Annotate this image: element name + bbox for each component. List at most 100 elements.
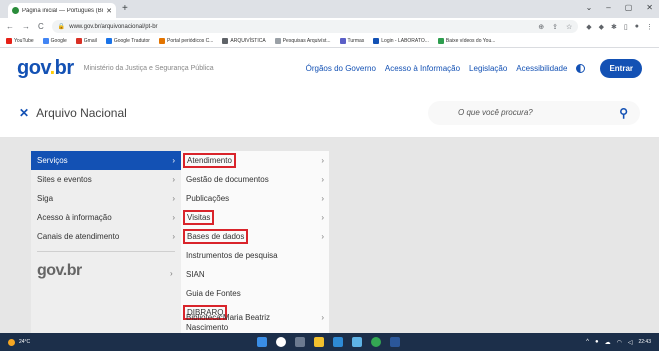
bookmarks-bar: YouTube Google Gmail Google Tradutor Por… <box>0 35 659 48</box>
word-icon[interactable] <box>390 337 400 347</box>
submenu-item-bases-dados[interactable]: Bases de dados › <box>181 227 329 246</box>
file-explorer-icon[interactable] <box>314 337 324 347</box>
cloud-icon[interactable]: ☁ <box>605 339 611 346</box>
link-acessibilidade[interactable]: Acessibilidade <box>516 64 567 73</box>
chevron-up-icon[interactable]: ^ <box>586 339 589 345</box>
bookmark-google[interactable]: Google <box>42 38 67 44</box>
search-input[interactable]: O que você procura? ⚲ <box>428 100 640 125</box>
chevron-right-icon: › <box>172 232 175 241</box>
network-icon[interactable]: ● <box>595 339 599 345</box>
chevron-right-icon: › <box>321 213 324 222</box>
submenu-item-guia-fontes[interactable]: Guia de Fontes <box>181 284 329 303</box>
extension-icon[interactable]: ◆ <box>599 23 604 31</box>
star-icon[interactable]: ☆ <box>566 23 572 31</box>
chevron-right-icon: › <box>321 313 324 322</box>
chrome-icon[interactable] <box>371 337 381 347</box>
menu-level2: Atendimento › Gestão de documentos › Publi… <box>181 151 329 333</box>
volume-icon[interactable]: ◁ <box>628 339 633 346</box>
lock-icon: 🔒 <box>57 24 66 30</box>
globe-icon <box>274 38 281 44</box>
close-tab-icon[interactable]: ✕ <box>106 7 112 15</box>
submenu-item-instrumentos-pesquisa[interactable]: Instrumentos de pesquisa <box>181 246 329 265</box>
taskbar: 24°C ^ ● ☁ ◠ ◁ 22:43 <box>0 333 659 351</box>
chevron-right-icon: › <box>321 175 324 184</box>
search-icon[interactable] <box>276 337 286 347</box>
link-orgaos[interactable]: Órgãos do Governo <box>306 64 376 73</box>
submenu-item-publicacoes[interactable]: Publicações › <box>181 189 329 208</box>
chevron-right-icon: › <box>321 156 324 165</box>
reload-icon[interactable]: C <box>38 22 44 31</box>
share-icon[interactable]: ⇪ <box>552 23 558 31</box>
chevron-right-icon: › <box>172 194 175 203</box>
translate-icon <box>105 38 112 44</box>
wifi-icon[interactable]: ◠ <box>617 339 622 346</box>
govbr-logo[interactable]: gov.br <box>17 57 74 80</box>
task-view-icon[interactable] <box>295 337 305 347</box>
menu-level1: Serviços › Sites e eventos › Siga › Acesso … <box>31 151 181 333</box>
link-acesso-informacao[interactable]: Acesso à Informação <box>385 64 460 73</box>
sidebar-icon[interactable]: ▯ <box>624 23 628 31</box>
back-icon[interactable]: ← <box>6 22 14 31</box>
site-header: ✕ Arquivo Nacional O que você procura? ⚲ <box>0 88 659 138</box>
menu-item-siga[interactable]: Siga › <box>31 189 181 208</box>
extension-icon[interactable]: ◆ <box>586 23 591 31</box>
lab-icon <box>373 38 380 44</box>
menu-item-acesso-informacao[interactable]: Acesso à informação › <box>31 208 181 227</box>
zoom-icon[interactable]: ⊕ <box>538 23 544 31</box>
chevron-right-icon[interactable]: › <box>170 269 173 278</box>
site-title[interactable]: Arquivo Nacional <box>36 106 127 120</box>
chevron-right-icon: › <box>321 232 324 241</box>
govbr-footer-logo[interactable]: gov.br <box>37 262 82 280</box>
gmail-icon <box>75 38 82 44</box>
close-window-icon[interactable]: ✕ <box>646 3 653 12</box>
chevron-right-icon: › <box>172 156 175 165</box>
maximize-icon[interactable]: ▢ <box>625 3 633 12</box>
bookmark-turmas[interactable]: Turmas <box>339 38 364 44</box>
ministry-name: Ministério da Justiça e Segurança Públic… <box>83 65 214 72</box>
bookmark-tradutor[interactable]: Google Tradutor <box>105 38 150 44</box>
clock[interactable]: 22:43 <box>638 339 651 345</box>
bookmark-login[interactable]: Login - LABORATO... <box>373 38 429 44</box>
folder-icon <box>222 38 229 44</box>
menu-item-canais-atendimento[interactable]: Canais de atendimento › <box>31 227 181 246</box>
bookmark-youtube[interactable]: YouTube <box>6 38 34 44</box>
contrast-icon[interactable] <box>576 64 586 73</box>
windows-start-icon[interactable] <box>257 337 267 347</box>
chevron-down-icon[interactable]: ⌄ <box>586 3 593 12</box>
bookmark-gmail[interactable]: Gmail <box>75 38 97 44</box>
search-icon[interactable]: ⚲ <box>619 106 628 120</box>
bookmark-periodicos[interactable]: Portal periódicos C... <box>158 38 213 44</box>
menu-item-servicos[interactable]: Serviços › <box>31 151 181 170</box>
minimize-icon[interactable]: – <box>606 3 610 12</box>
google-icon <box>42 38 49 44</box>
submenu-item-gestao-documentos[interactable]: Gestão de documentos › <box>181 170 329 189</box>
login-button[interactable]: Entrar <box>600 59 642 78</box>
bookmark-arquivistica[interactable]: ARQUIVÍSTICA <box>222 38 266 44</box>
link-legislacao[interactable]: Legislação <box>469 64 507 73</box>
forward-icon[interactable]: → <box>22 22 30 31</box>
temperature: 24°C <box>19 339 31 345</box>
submenu-item-biblioteca[interactable]: Biblioteca Maria Beatriz Nascimento › <box>181 309 329 333</box>
browser-tab[interactable]: Página inicial — Português (Bras ✕ <box>8 3 116 18</box>
chevron-right-icon: › <box>321 194 324 203</box>
govbr-favicon-icon <box>12 7 19 14</box>
menu-item-sites-eventos[interactable]: Sites e eventos › <box>31 170 181 189</box>
bookmark-baixe[interactable]: Baixe vídeos do You... <box>437 38 495 44</box>
weather-widget[interactable]: 24°C <box>8 338 31 346</box>
submenu-item-visitas[interactable]: Visitas › <box>181 208 329 227</box>
url-input[interactable]: 🔒 www.gov.br/arquivonacional/pt-br ⊕ ⇪ ☆ <box>51 20 579 33</box>
edge-icon[interactable] <box>333 337 343 347</box>
puzzle-icon[interactable]: ✱ <box>611 23 617 31</box>
new-tab-icon[interactable]: + <box>122 3 128 14</box>
store-icon[interactable] <box>352 337 362 347</box>
menu-divider <box>37 251 175 252</box>
close-menu-icon[interactable]: ✕ <box>19 106 29 120</box>
extensions: ◆ ◆ ✱ ▯ ● ⋮ <box>586 23 653 31</box>
search-placeholder: O que você procura? <box>458 108 533 117</box>
submenu-item-atendimento[interactable]: Atendimento › <box>181 151 329 170</box>
menu-dots-icon[interactable]: ⋮ <box>646 23 653 31</box>
window-controls: ⌄ – ▢ ✕ <box>586 3 653 12</box>
profile-avatar-icon[interactable]: ● <box>635 23 639 31</box>
submenu-item-sian[interactable]: SIAN <box>181 265 329 284</box>
bookmark-pesquisas[interactable]: Pesquisas Arquivíst... <box>274 38 331 44</box>
